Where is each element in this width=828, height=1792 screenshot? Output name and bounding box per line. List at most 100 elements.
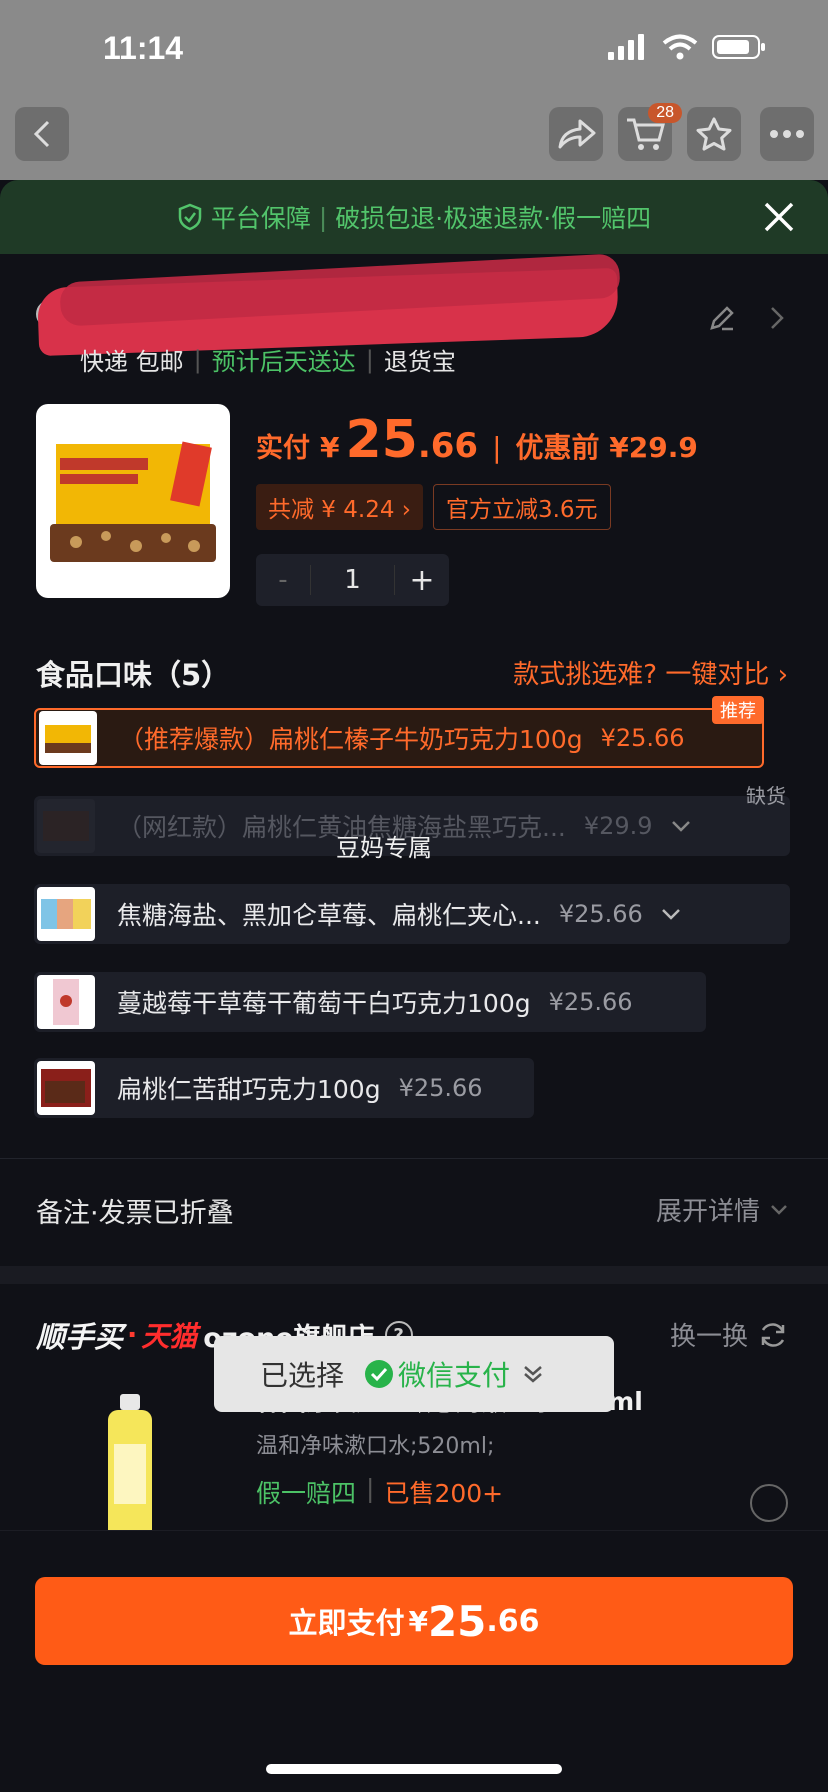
status-bar: 11:14 bbox=[0, 0, 828, 100]
share-button[interactable] bbox=[549, 107, 603, 161]
pay-amount-decimal: .66 bbox=[486, 1603, 540, 1639]
guarantee-divider: | bbox=[318, 202, 328, 232]
decrease-button[interactable]: - bbox=[256, 565, 310, 595]
pay-currency: ¥ bbox=[408, 1604, 428, 1638]
wechat-pay-option: 微信支付 bbox=[364, 1354, 544, 1394]
expand-details-label: 展开详情 bbox=[655, 1197, 760, 1227]
product-summary: 实付 ¥ 25 .66 | 优惠前 ¥29.9 共减 ¥ 4.24 › 官方立减… bbox=[0, 404, 828, 644]
swap-label: 换一换 bbox=[669, 1322, 748, 1352]
tmall-logo: 天猫 bbox=[141, 1320, 198, 1353]
chevron-down-icon bbox=[661, 909, 680, 920]
currency-symbol: ¥ bbox=[320, 431, 340, 464]
guarantee-features: 破损包退·极速退款·假一赔四 bbox=[335, 204, 652, 233]
flavor-header: 食品口味（5） 款式挑选难? 一键对比 › bbox=[0, 644, 828, 708]
close-icon[interactable] bbox=[760, 198, 798, 236]
delivery-info: 快递 包邮 | 预计后天送达 | 退货宝 bbox=[80, 342, 456, 377]
out-of-stock-badge: 缺货 bbox=[746, 784, 786, 808]
pay-now-button[interactable]: 立即支付 ¥ 25 .66 bbox=[35, 1577, 793, 1665]
quantity-stepper: - 1 + bbox=[256, 554, 449, 606]
pay-amount-integer: 25 bbox=[427, 1596, 487, 1646]
official-discount-tag: 官方立减3.6元 bbox=[432, 484, 611, 530]
chevron-right-icon bbox=[771, 307, 784, 329]
pay-now-label: 立即支付 bbox=[288, 1606, 405, 1640]
selected-label: 已选择 bbox=[260, 1359, 345, 1392]
flavor-option-5[interactable]: 扁桃仁苦甜巧克力100g ¥25.66 bbox=[34, 1058, 534, 1118]
signal-icon bbox=[608, 34, 644, 60]
discount-tags: 共减 ¥ 4.24 › 官方立减3.6元 bbox=[256, 484, 611, 530]
flavor-options-continued: 扁桃仁苦甜巧克力100g ¥25.66 bbox=[0, 1058, 828, 1158]
increase-button[interactable]: + bbox=[395, 563, 449, 598]
option-thumb bbox=[37, 1061, 95, 1115]
price-decimal: .66 bbox=[417, 426, 479, 466]
actual-pay-label: 实付 bbox=[256, 433, 310, 464]
compare-link[interactable]: 款式挑选难? 一键对比 › bbox=[513, 654, 788, 691]
payment-method-name: 微信支付 bbox=[398, 1359, 511, 1392]
option-thumb bbox=[37, 887, 95, 941]
more-button[interactable] bbox=[760, 107, 814, 161]
address-section[interactable]: 快递 包邮 | 预计后天送达 | 退货宝 bbox=[0, 253, 828, 404]
chevron-left-icon bbox=[33, 120, 50, 148]
chocolate-bar-image bbox=[50, 441, 216, 562]
status-icons bbox=[608, 34, 768, 60]
option-label: 扁桃仁苦甜巧克力100g bbox=[117, 1075, 381, 1104]
recommended-badge: 推荐 bbox=[712, 696, 764, 724]
delivery-eta: 预计后天送达 bbox=[211, 348, 356, 376]
option-price: ¥29.9 bbox=[583, 812, 653, 840]
total-discount-tag[interactable]: 共减 ¥ 4.24 › bbox=[256, 484, 423, 530]
wifi-icon bbox=[662, 34, 698, 60]
home-indicator bbox=[266, 1764, 562, 1774]
product-image bbox=[36, 404, 230, 598]
payment-method-selector[interactable]: 已选择 微信支付 bbox=[214, 1336, 614, 1412]
option-price: ¥25.66 bbox=[398, 1074, 483, 1102]
double-chevron-down-icon bbox=[524, 1366, 542, 1383]
guarantee-title: 平台保障 bbox=[210, 204, 311, 233]
favorite-button[interactable] bbox=[687, 107, 741, 161]
battery-icon bbox=[712, 35, 765, 59]
price-before-discount: 优惠前 ¥29.9 bbox=[515, 431, 698, 464]
chevron-down-icon bbox=[671, 821, 690, 832]
flavor-option-4[interactable]: 蔓越莓干草莓干葡萄干白巧克力100g ¥25.66 bbox=[34, 972, 706, 1032]
note-invoice-row[interactable]: 备注·发票已折叠 展开详情 bbox=[0, 1158, 828, 1266]
option-label: 焦糖海盐、黑加仑草莓、扁桃仁夹心... bbox=[117, 901, 541, 930]
shield-check-icon bbox=[178, 203, 202, 231]
sold-count-tag: 已售200+ bbox=[384, 1479, 504, 1508]
more-icon bbox=[770, 130, 804, 138]
option-thumb bbox=[37, 799, 95, 853]
add-on-tags: 假一赔四 | 已售200+ bbox=[256, 1474, 504, 1508]
add-on-select-radio[interactable] bbox=[750, 1484, 788, 1522]
return-insurance: 退货宝 bbox=[383, 348, 456, 376]
section-divider bbox=[0, 1266, 828, 1284]
option-label: 蔓越莓干草莓干葡萄干白巧克力100g bbox=[117, 989, 531, 1018]
star-icon bbox=[696, 117, 732, 151]
back-button[interactable] bbox=[15, 107, 69, 161]
flavor-options: （推荐爆款）扁桃仁榛子牛奶巧克力100g ¥25.66 推荐 （网红款）扁桃仁黄… bbox=[0, 696, 828, 1068]
watermark-text: 豆妈专属 bbox=[336, 834, 432, 862]
counterfeit-guarantee-tag: 假一赔四 bbox=[256, 1479, 357, 1508]
expand-details[interactable]: 展开详情 bbox=[656, 1191, 788, 1228]
swap-button[interactable]: 换一换 bbox=[670, 1316, 788, 1353]
cart-button[interactable]: 28 bbox=[618, 103, 682, 161]
add-on-title: 顺手买 bbox=[36, 1320, 124, 1354]
bottom-pay-bar: 立即支付 ¥ 25 .66 bbox=[0, 1530, 828, 1792]
add-on-product-desc: 温和净味漱口水;520ml; bbox=[256, 1434, 495, 1459]
status-time: 11:14 bbox=[103, 30, 184, 66]
share-icon bbox=[558, 119, 596, 149]
flavor-option-1[interactable]: （推荐爆款）扁桃仁榛子牛奶巧克力100g ¥25.66 推荐 bbox=[34, 696, 764, 768]
quantity-value[interactable]: 1 bbox=[310, 565, 395, 595]
option-thumb bbox=[37, 975, 95, 1029]
flavor-option-3[interactable]: 焦糖海盐、黑加仑草莓、扁桃仁夹心... ¥25.66 bbox=[34, 884, 790, 944]
note-invoice-title: 备注·发票已折叠 bbox=[36, 1198, 234, 1229]
chevron-down-icon bbox=[771, 1204, 787, 1215]
option-thumb bbox=[39, 711, 97, 765]
option-price: ¥25.66 bbox=[548, 988, 633, 1016]
mouthwash-bottle-image bbox=[108, 1394, 152, 1550]
shipping-method: 快递 包邮 bbox=[80, 348, 184, 376]
option-label: （推荐爆款）扁桃仁榛子牛奶巧克力100g bbox=[119, 725, 583, 754]
flavor-title: 食品口味（5） bbox=[36, 658, 231, 692]
price-integer: 25 bbox=[345, 410, 418, 470]
option-price: ¥25.66 bbox=[600, 724, 685, 752]
edit-icon[interactable] bbox=[708, 304, 736, 332]
option-price: ¥25.66 bbox=[558, 900, 643, 928]
wechat-pay-icon bbox=[365, 1360, 394, 1388]
cart-count-badge: 28 bbox=[648, 103, 682, 123]
